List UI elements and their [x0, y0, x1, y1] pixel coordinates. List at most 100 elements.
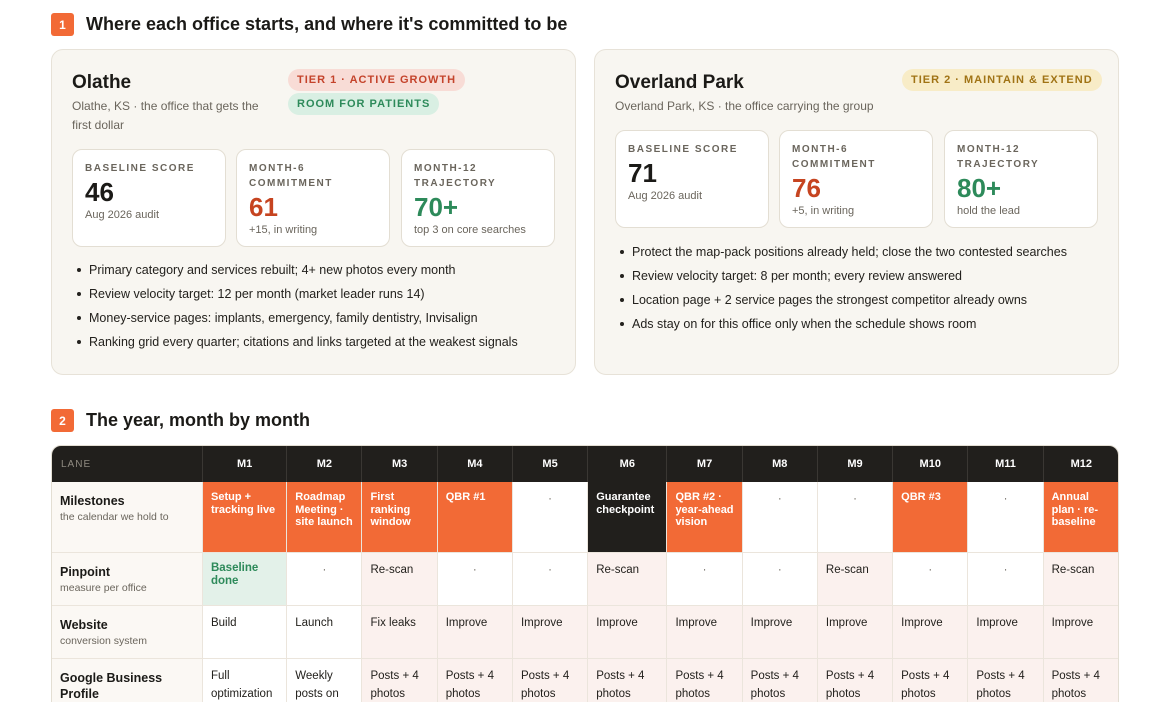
lane-label-cell: Milestones the calendar we hold to [52, 482, 203, 553]
timeline-cell: · [666, 552, 743, 606]
timeline-cell: Improve [587, 605, 668, 659]
section-2-header: 2 The year, month by month [51, 409, 310, 432]
timeline-cell: Full optimization [202, 658, 288, 702]
office-subtitle: Olathe, KS · the office that gets the fi… [72, 99, 259, 132]
timeline-cell: · [742, 552, 818, 606]
table-header-row: LANE M1 M2 M3 M4 M5 M6 M7 M8 M9 M10 M11 M12 [52, 446, 1118, 482]
timeline-cell: · [967, 552, 1044, 606]
lane-title: Milestones [60, 494, 125, 508]
timeline-cell: Posts + 4 photos [1043, 658, 1118, 702]
month-header-m10: M10 [892, 446, 969, 482]
timeline-cell: Posts + 4 photos [817, 658, 894, 702]
month-header-m11: M11 [967, 446, 1044, 482]
tier-badge: TIER 1 · ACTIVE GROWTH [288, 69, 466, 91]
metric-label: MONTH-12 TRAJECTORY [957, 144, 1040, 170]
metric-baseline: BASELINE SCORE 46 Aug 2026 audit [72, 149, 226, 247]
timeline-cell: Improve [817, 605, 894, 659]
timeline-cell: · [817, 482, 894, 553]
timeline-cell: Improve [666, 605, 743, 659]
timeline-cell: Posts + 4 photos [967, 658, 1044, 702]
section-1-header: 1 Where each office starts, and where it… [51, 13, 567, 36]
metric-note: top 3 on core searches [414, 224, 526, 236]
timeline-table: LANE M1 M2 M3 M4 M5 M6 M7 M8 M9 M10 M11 M12 Milesto… [51, 445, 1119, 702]
metric-value: 71 [628, 158, 657, 188]
metric-label: BASELINE SCORE [628, 144, 738, 155]
metric-note: +15, in writing [249, 224, 318, 236]
month-header-m5: M5 [512, 446, 589, 482]
timeline-cell: First ranking window [361, 482, 438, 553]
timeline-cell: Re-scan [817, 552, 894, 606]
month-header-m8: M8 [742, 446, 818, 482]
metric-label: MONTH-6 COMMITMENT [792, 144, 876, 170]
timeline-cell: · [286, 552, 363, 606]
metric-month12: MONTH-12 TRAJECTORY 80+ hold the lead [944, 130, 1098, 228]
timeline-cell: Posts + 4 photos [666, 658, 743, 702]
timeline-cell: · [512, 482, 589, 553]
timeline-cell: Roadmap Meeting · site launch [286, 482, 363, 553]
list-item: Ranking grid every quarter; citations an… [72, 330, 518, 354]
list-item: Protect the map-pack positions already h… [615, 240, 1067, 264]
metric-month6: MONTH-6 COMMITMENT 61 +15, in writing [236, 149, 390, 247]
office-card-overland-park: Overland Park Overland Park, KS · the of… [594, 49, 1119, 375]
month-header-m12: M12 [1043, 446, 1118, 482]
timeline-cell: · [742, 482, 818, 553]
timeline-cell: · [437, 552, 513, 606]
timeline-cell: Baseline done [202, 552, 288, 606]
lane-label-cell: Website conversion system [52, 605, 203, 659]
lane-title: Pinpoint [60, 564, 110, 579]
list-item: Review velocity target: 12 per month (ma… [72, 282, 518, 306]
section-number-badge: 2 [51, 409, 74, 432]
metric-baseline: BASELINE SCORE 71 Aug 2026 audit [615, 130, 769, 228]
list-item: Primary category and services rebuilt; 4… [72, 258, 518, 282]
metric-value: 46 [85, 177, 114, 207]
timeline-cell: Improve [437, 605, 513, 659]
lane-subtitle: measure per office [60, 581, 147, 594]
month-header-m4: M4 [437, 446, 513, 482]
metric-label: BASELINE SCORE [85, 163, 195, 174]
list-item: Ads stay on for this office only when th… [615, 312, 1067, 336]
month-header-m9: M9 [817, 446, 894, 482]
lane-label-cell: Pinpoint measure per office [52, 552, 203, 606]
metric-month6: MONTH-6 COMMITMENT 76 +5, in writing [779, 130, 933, 228]
timeline-cell: QBR #2 · year-ahead vision [666, 482, 743, 553]
list-item: Money-service pages: implants, emergency… [72, 306, 518, 330]
list-item: Location page + 2 service pages the stro… [615, 288, 1067, 312]
metric-value: 70+ [414, 192, 459, 222]
timeline-cell: Posts + 4 photos [587, 658, 668, 702]
lane-title: Website [60, 617, 108, 632]
metric-month12: MONTH-12 TRAJECTORY 70+ top 3 on core se… [401, 149, 555, 247]
timeline-cell: Improve [742, 605, 818, 659]
metric-note: hold the lead [957, 205, 1020, 217]
timeline-cell: QBR #1 [437, 482, 513, 553]
timeline-cell: Re-scan [361, 552, 438, 606]
timeline-cell: · [512, 552, 589, 606]
lane-column-header: LANE [52, 446, 203, 482]
timeline-cell: Setup + tracking live [202, 482, 288, 553]
metric-note: Aug 2026 audit [85, 209, 160, 221]
timeline-cell: Re-scan [587, 552, 668, 606]
month-header-m3: M3 [361, 446, 438, 482]
timeline-cell: · [967, 482, 1044, 553]
metric-value: 61 [249, 192, 278, 222]
month-header-m1: M1 [202, 446, 288, 482]
timeline-cell: Improve [512, 605, 589, 659]
metric-value: 76 [792, 173, 821, 203]
office-card-olathe: Olathe Olathe, KS · the office that gets… [51, 49, 576, 375]
lane-subtitle: the calendar we hold to [60, 511, 169, 523]
office-name: Olathe [72, 72, 132, 93]
timeline-cell: Build [202, 605, 288, 659]
table-row: Website conversion system Build Launch Fix l… [52, 605, 1118, 659]
timeline-cell: Improve [1043, 605, 1118, 659]
table-row: Milestones the calendar we hold to Setup +… [52, 482, 1118, 553]
metric-value: 80+ [957, 173, 1002, 203]
office-subtitle: Overland Park, KS · the office carrying … [615, 99, 874, 113]
metric-note: Aug 2026 audit [628, 190, 703, 202]
month-header-m7: M7 [666, 446, 743, 482]
metric-label: MONTH-12 TRAJECTORY [414, 163, 497, 189]
timeline-cell: Posts + 4 photos [437, 658, 513, 702]
timeline-cell: Weekly posts on [286, 658, 363, 702]
month-header-m6: M6 [587, 446, 668, 482]
lane-title: Google Business Profile [60, 670, 163, 701]
timeline-cell: Posts + 4 photos [892, 658, 969, 702]
office-name: Overland Park [615, 72, 744, 93]
